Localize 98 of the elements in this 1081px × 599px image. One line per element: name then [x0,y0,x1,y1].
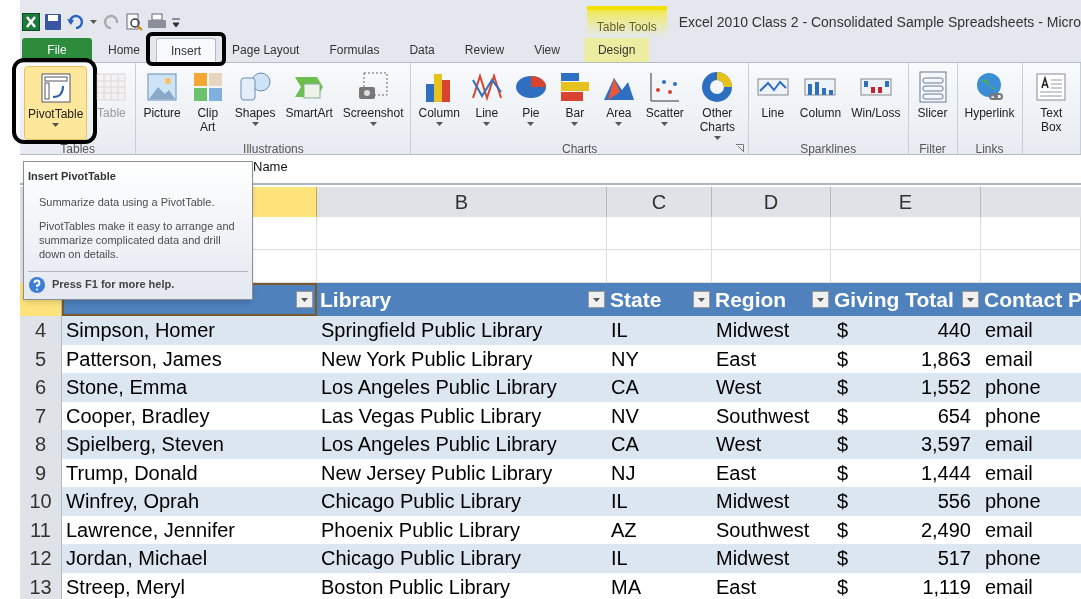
table-cell-text: email [985,517,1033,543]
table-cell-text: 517 [937,546,971,572]
table-cell-text: West [716,375,762,401]
table-cell-text: IL [611,489,628,515]
currency-symbol: $ [837,460,849,486]
group-label: Filter [919,141,946,156]
table-cell-text: Cooper, Bradley [66,403,210,429]
currency-symbol: $ [837,403,849,429]
table-cell-text: 1,552 [920,375,971,401]
row-number: 8 [34,432,47,458]
table-cell-text: New York Public Library [321,346,533,372]
table-cell-text: Spielberg, Steven [66,432,224,458]
row-number: 5 [34,346,47,372]
table-cell-text: New Jersey Public Library [321,460,553,486]
table-cell-text: 440 [937,318,971,344]
tooltip-title: Insert PivotTable [28,169,117,184]
table-cell-text: NV [611,403,639,429]
table-cell-text: phone [985,375,1041,401]
table-cell-text: NY [611,346,639,372]
window-title: Excel 2010 Class 2 - Consolidated Sample Spreadsheets - Micro [678,12,1081,32]
table-cell-text: phone [985,489,1041,515]
table-cell-text: Midwest [716,546,790,572]
formula-bar-value: Name [253,157,288,176]
table-cell-text: Lawrence, Jennifer [66,517,235,543]
table-cell-text: East [716,346,757,372]
table-cell-text: Streep, Meryl [66,574,185,599]
table-cell-text: Los Angeles Public Library [321,432,557,458]
table-cell-text: Midwest [716,489,790,515]
row-number: 7 [34,403,47,429]
table-cell-text: AZ [611,517,637,543]
currency-symbol: $ [837,375,849,401]
table-cell-text: Springfield Public Library [321,318,543,344]
table-cell-text: Simpson, Homer [66,318,215,344]
table-cell-text: West [716,432,762,458]
table-cell-text: IL [611,318,628,344]
table-cell-text: email [985,574,1033,599]
table-cell-text: email [985,432,1033,458]
currency-symbol: $ [837,318,849,344]
table-cell-text: CA [611,375,639,401]
contextual-tab-label: Table Tools [586,6,667,38]
row-number: 13 [29,574,52,599]
table-cell-text: 2,490 [920,517,971,543]
table-cell-text: MA [611,574,641,599]
column-title: Region [715,286,787,313]
help-hint: Press F1 for more help. [52,277,175,293]
table-cell-text: Southwest [716,403,810,429]
table-cell-text: East [716,574,757,599]
group-label: Illustrations [243,141,304,156]
row-number: 9 [34,460,47,486]
table-cell-text: Las Vegas Public Library [321,403,542,429]
row-number: 10 [29,489,52,515]
row-number: 11 [30,517,51,543]
table-cell-text: Southwest [716,517,810,543]
group-label: Tables [60,141,96,156]
table-cell-text: 1,119 [922,574,971,599]
table-cell-text: IL [611,546,628,572]
currency-symbol: $ [837,432,849,458]
row-number: 4 [34,318,47,344]
column-title: Library [320,286,392,313]
table-cell-text: CA [611,432,639,458]
table-cell-text: email [985,346,1033,372]
tooltip-text: Summarize data using a PivotTable. [38,194,216,209]
row-number: 6 [34,375,47,401]
table-cell-text: Boston Public Library [321,574,510,599]
table-cell-text: 1,863 [920,346,971,372]
table-cell-text: phone [985,546,1041,572]
tooltip-text: PivotTables make it easy to arrange and summarize complicated data and drill down on details. [38,218,236,261]
table-cell-text: 556 [937,489,971,515]
group-label: Sparklines [800,141,857,156]
group-label: Links [975,141,1004,156]
column-title: Giving Total [834,286,954,313]
table-cell-text: 3,597 [920,432,971,458]
table-cell-text: Chicago Public Library [321,546,522,572]
table-cell-text: email [985,460,1033,486]
currency-symbol: $ [837,574,849,599]
table-cell-text: Chicago Public Library [321,489,522,515]
table-cell-text: Midwest [716,318,790,344]
column-title: State [610,286,662,313]
table-cell-text: Phoenix Public Library [321,517,520,543]
table-cell-text: Los Angeles Public Library [321,375,557,401]
currency-symbol: $ [837,546,849,572]
row-number: 12 [29,546,52,572]
group-label: Charts [561,141,598,156]
table-cell-text: phone [985,403,1041,429]
table-cell-text: East [716,460,757,486]
column-title: Contact P [984,286,1081,313]
currency-symbol: $ [837,489,849,515]
table-cell-text: 654 [937,403,971,429]
currency-symbol: $ [837,346,849,372]
table-cell-text: email [985,318,1033,344]
table-cell-text: Stone, Emma [66,375,188,401]
table-cell-text: Jordan, Michael [66,546,208,572]
table-cell-text: 1,444 [920,460,971,486]
table-cell-text: NJ [611,460,636,486]
table-cell-text: Winfrey, Oprah [66,489,199,515]
currency-symbol: $ [837,517,849,543]
table-cell-text: Trump, Donald [66,460,198,486]
table-cell-text: Patterson, James [66,346,222,372]
